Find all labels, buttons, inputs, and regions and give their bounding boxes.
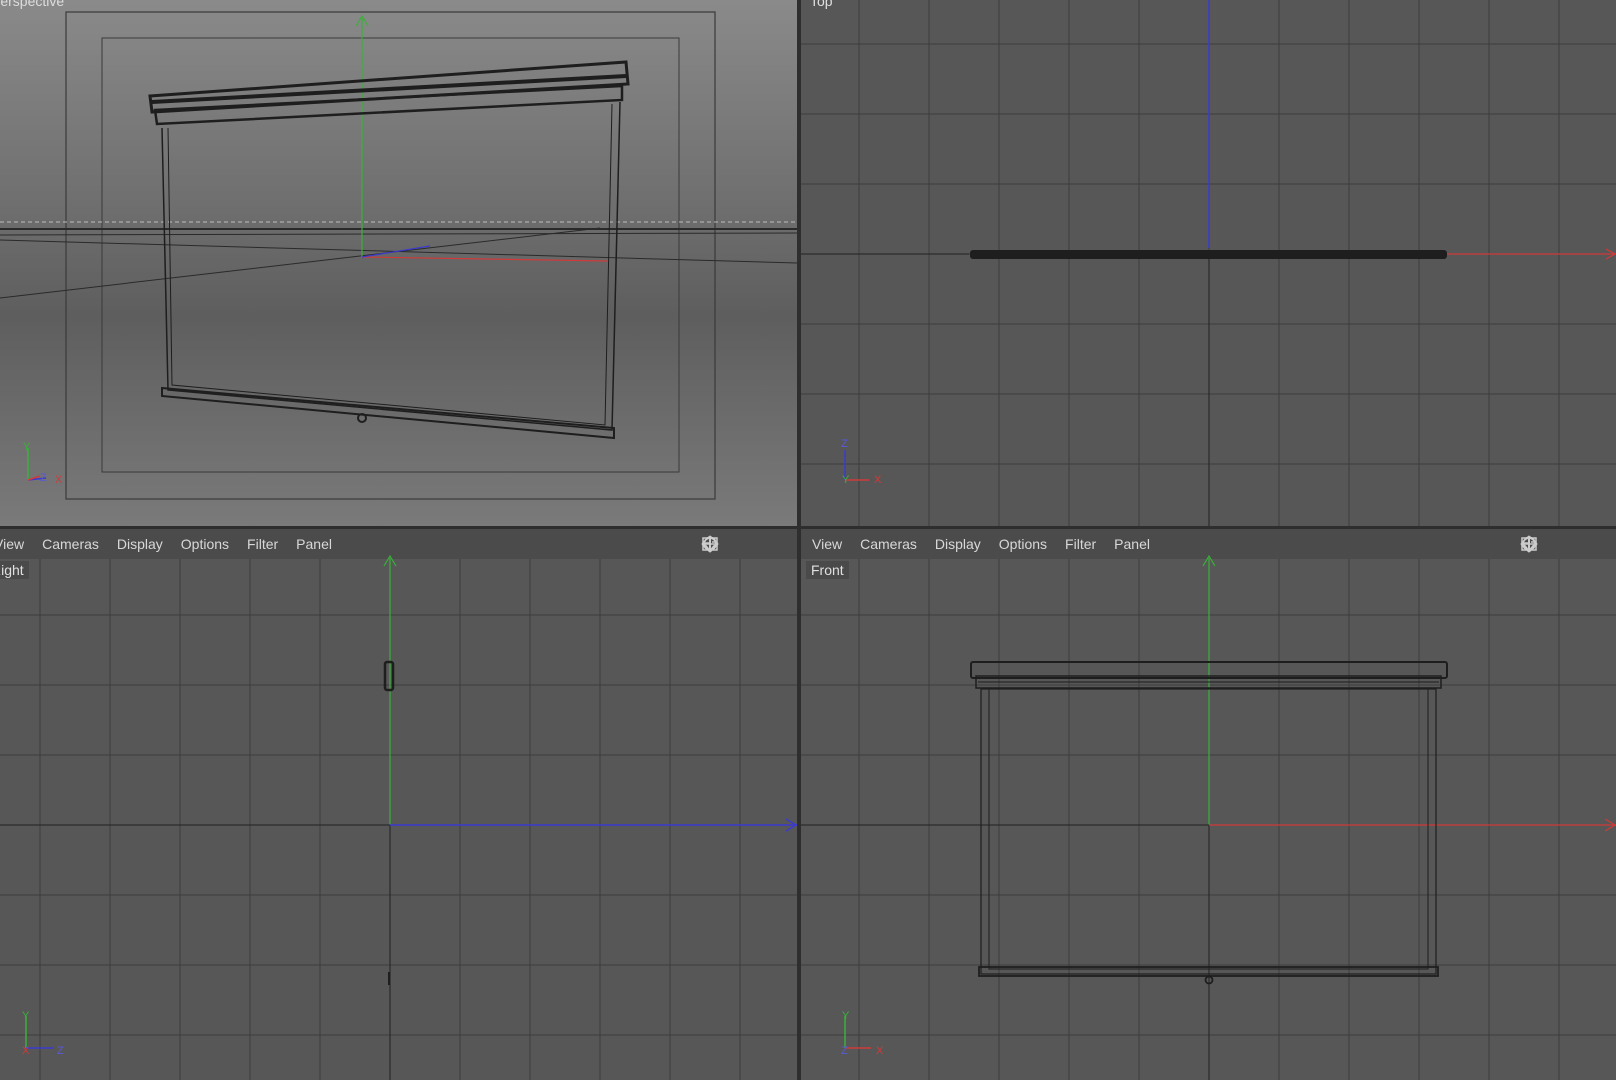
z-axis-line <box>361 245 431 258</box>
viewport-label-perspective: Perspective <box>0 0 65 9</box>
gizmo-z-label: Z <box>40 472 47 484</box>
screen-side-view <box>383 660 395 692</box>
front-scene <box>801 554 1616 1080</box>
viewport-divider-vertical[interactable] <box>797 0 801 1080</box>
gizmo-y-label: Y <box>22 1010 30 1022</box>
axis-gizmo <box>844 450 869 481</box>
x-axis-line <box>361 256 608 262</box>
gizmo-y-label: Y <box>842 474 850 486</box>
viewport-divider-horizontal[interactable] <box>0 526 1616 529</box>
perspective-viewport[interactable]: Perspective Y Z X <box>0 0 797 526</box>
top-scene <box>801 0 1616 526</box>
gizmo-x-label: X <box>55 474 63 486</box>
gizmo-x-label: X <box>874 474 882 486</box>
top-viewport[interactable]: Top Z Y X <box>801 0 1616 526</box>
gizmo-y-label: Y <box>842 1010 850 1022</box>
perspective-scene <box>0 11 797 500</box>
axis-gizmo <box>844 1016 871 1049</box>
gizmo-z-label: Z <box>841 1045 848 1057</box>
gizmo-z-label: Z <box>841 438 848 450</box>
gizmo-x-label: X <box>22 1045 30 1057</box>
right-scene <box>0 554 797 1080</box>
gizmo-y-label: Y <box>23 441 31 453</box>
gizmo-z-label: Z <box>57 1045 64 1057</box>
right-viewport[interactable]: View Cameras Display Options Filter Pane… <box>0 529 797 1080</box>
front-viewport[interactable]: View Cameras Display Options Filter Pane… <box>801 529 1616 1080</box>
screen-top-view <box>970 250 1447 259</box>
projector-screen-model <box>148 60 630 440</box>
gizmo-x-label: X <box>876 1045 884 1057</box>
title-safe-frame <box>101 37 680 473</box>
